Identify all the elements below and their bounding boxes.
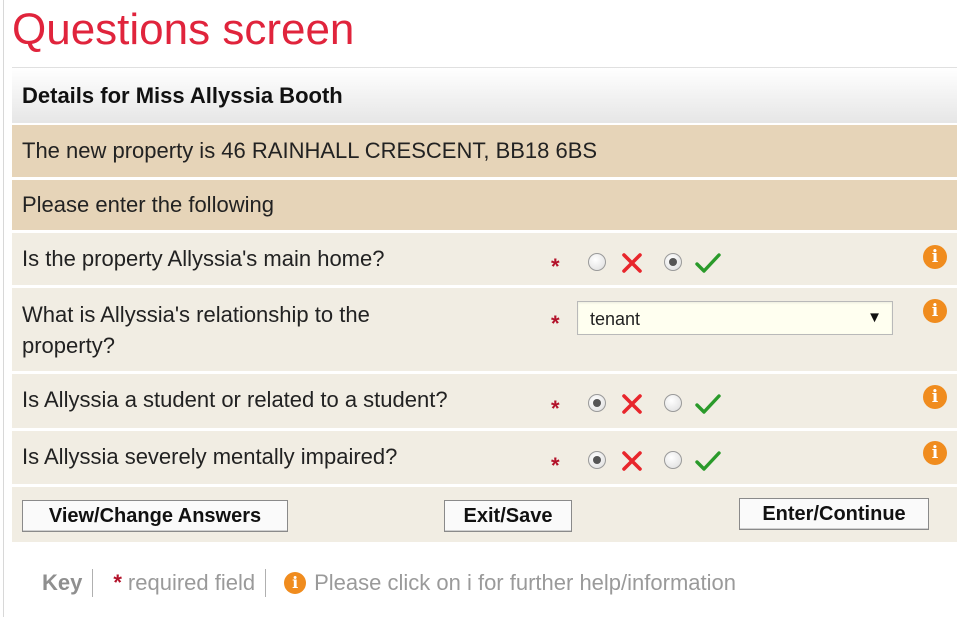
radio-no[interactable]	[588, 451, 606, 469]
page-title: Questions screen	[12, 5, 355, 54]
details-header: Details for Miss Allyssia Booth	[12, 67, 957, 123]
relationship-select-value: tenant	[590, 309, 641, 329]
radio-yes[interactable]	[664, 394, 682, 412]
key-info-text: Please click on i for further help/infor…	[314, 570, 736, 595]
info-icon: i	[284, 572, 307, 594]
required-marker: *	[551, 453, 560, 478]
key-label: Key	[42, 570, 83, 595]
key-required-text: required field	[127, 570, 256, 595]
radio-yes[interactable]	[664, 451, 682, 469]
tick-icon	[695, 451, 721, 471]
left-border	[3, 0, 4, 617]
required-marker: *	[551, 311, 560, 336]
question-row-relationship: What is Allyssia's relationship to the p…	[12, 288, 957, 371]
required-marker: *	[113, 570, 122, 595]
question-text-line1: What is Allyssia's relationship to the	[22, 302, 370, 327]
question-row-student: Is Allyssia a student or related to a st…	[12, 374, 957, 428]
instruction-text: Please enter the following	[22, 192, 274, 217]
instruction-row: Please enter the following	[12, 180, 957, 230]
info-icon[interactable]: i	[923, 245, 947, 269]
info-icon[interactable]: i	[923, 299, 947, 323]
view-change-answers-button[interactable]: View/Change Answers	[22, 500, 288, 532]
property-text: The new property is 46 RAINHALL CRESCENT…	[22, 138, 598, 163]
info-icon[interactable]: i	[923, 441, 947, 465]
questions-page: Questions screen Details for Miss Allyss…	[0, 0, 957, 617]
key-legend: Key * required field i Please click on i…	[42, 568, 736, 598]
radio-no[interactable]	[588, 394, 606, 412]
question-text: Is the property Allyssia's main home?	[22, 246, 385, 271]
cross-icon	[622, 394, 642, 414]
question-text-line2: property?	[22, 333, 115, 358]
question-text: Is Allyssia a student or related to a st…	[22, 387, 448, 412]
details-header-text: Details for Miss Allyssia Booth	[22, 83, 343, 108]
required-marker: *	[551, 254, 560, 279]
radio-no[interactable]	[588, 253, 606, 271]
chevron-down-icon: ▼	[867, 309, 882, 326]
tick-icon	[695, 253, 721, 273]
question-row-main-home: Is the property Allyssia's main home? * …	[12, 233, 957, 285]
tick-icon	[695, 394, 721, 414]
relationship-select[interactable]: tenant ▼	[577, 301, 893, 335]
cross-icon	[622, 451, 642, 471]
property-row: The new property is 46 RAINHALL CRESCENT…	[12, 125, 957, 177]
cross-icon	[622, 253, 642, 273]
question-row-mentally-impaired: Is Allyssia severely mentally impaired? …	[12, 431, 957, 484]
exit-save-button[interactable]: Exit/Save	[444, 500, 572, 532]
enter-continue-button[interactable]: Enter/Continue	[739, 498, 929, 530]
radio-yes[interactable]	[664, 253, 682, 271]
question-text: Is Allyssia severely mentally impaired?	[22, 444, 398, 469]
divider	[92, 569, 94, 597]
info-icon[interactable]: i	[923, 385, 947, 409]
divider	[265, 569, 267, 597]
required-marker: *	[551, 396, 560, 421]
button-bar: View/Change Answers Exit/Save Enter/Cont…	[12, 487, 957, 542]
